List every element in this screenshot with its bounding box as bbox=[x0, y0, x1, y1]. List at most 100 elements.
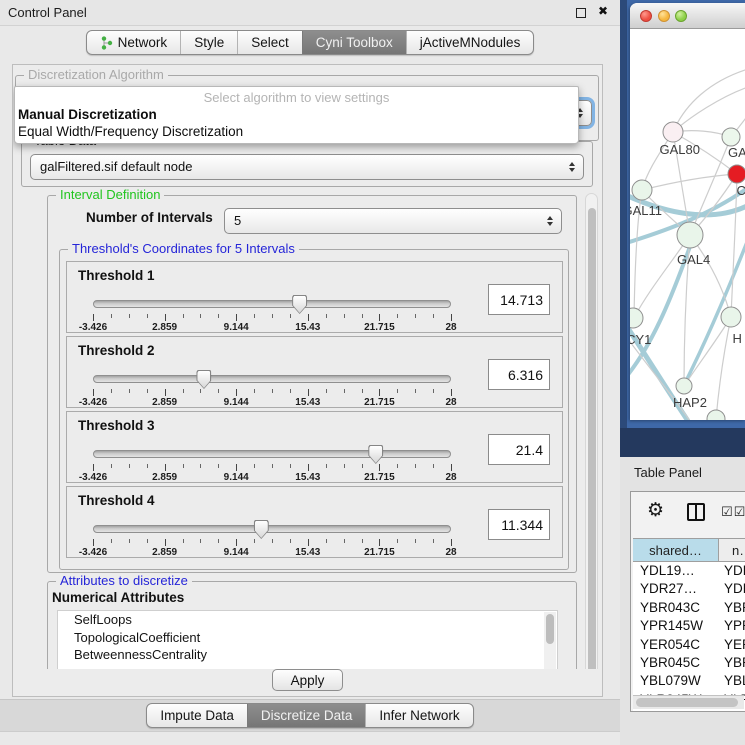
list-item-topologicalcoefficient[interactable]: TopologicalCoefficient bbox=[58, 629, 557, 647]
threshold-slider[interactable]: -3.4262.8599.14415.4321.71528 bbox=[93, 300, 451, 330]
close-traffic-light-icon[interactable] bbox=[640, 10, 652, 22]
tab-impute-data[interactable]: Impute Data bbox=[147, 704, 247, 727]
interval-definition-group: Interval Definition Number of Intervals … bbox=[47, 195, 577, 573]
tick-mark bbox=[254, 539, 255, 543]
tick-mark bbox=[183, 464, 184, 468]
table-row[interactable]: YBR043CYBR0 bbox=[633, 599, 745, 617]
table-cell: YDL19… bbox=[633, 562, 719, 580]
network-node-hap2[interactable] bbox=[676, 378, 692, 394]
threshold-slider[interactable]: -3.4262.8599.14415.4321.71528 bbox=[93, 375, 451, 405]
bottom-tab-bar: Impute Data Discretize DataInfer Network bbox=[0, 703, 620, 728]
table-cell: YBL079W bbox=[633, 672, 719, 690]
network-node[interactable] bbox=[707, 410, 725, 420]
number-of-intervals-combo[interactable]: 5 bbox=[224, 208, 562, 234]
table-row[interactable]: YBR045CYBR0 bbox=[633, 654, 745, 672]
table-row[interactable]: YIL052CYIL0 bbox=[633, 709, 745, 712]
minimize-traffic-light-icon[interactable] bbox=[658, 10, 670, 22]
network-node-gcy1[interactable] bbox=[630, 308, 643, 328]
tick-mark bbox=[272, 314, 273, 318]
table-cell: YBR043C bbox=[633, 599, 719, 617]
slider-track[interactable] bbox=[93, 375, 451, 383]
tick-mark bbox=[165, 539, 166, 546]
tab-infer-network[interactable]: Infer Network bbox=[365, 704, 472, 727]
threshold-label: Threshold 4 bbox=[78, 493, 155, 508]
tick-mark bbox=[415, 539, 416, 543]
combo-arrows-icon bbox=[547, 216, 553, 226]
scrollbar-thumb[interactable] bbox=[546, 614, 554, 644]
tab-select[interactable]: Select bbox=[237, 31, 302, 54]
tick-label: -3.426 bbox=[79, 322, 107, 333]
network-node-gal11[interactable] bbox=[632, 180, 652, 200]
tick-mark bbox=[200, 314, 201, 318]
tick-label: 28 bbox=[445, 322, 456, 333]
network-node-c[interactable] bbox=[728, 165, 745, 183]
table-hscrollbar[interactable] bbox=[633, 695, 744, 709]
tab-discretize-data[interactable]: Discretize Data bbox=[247, 704, 366, 727]
threshold-slider[interactable]: -3.4262.8599.14415.4321.71528 bbox=[93, 450, 451, 480]
network-window-titlebar[interactable] bbox=[630, 3, 745, 29]
network-node-gal4[interactable] bbox=[677, 222, 703, 248]
tick-mark bbox=[379, 389, 380, 396]
tick-label: 21.715 bbox=[364, 322, 395, 333]
number-of-intervals-label: Number of Intervals bbox=[86, 210, 213, 225]
tick-mark bbox=[379, 539, 380, 546]
tick-mark bbox=[129, 464, 130, 468]
table-data-combo[interactable]: galFiltered.sif default node bbox=[30, 154, 584, 180]
table-cell: YIL052C bbox=[633, 709, 719, 712]
tick-mark bbox=[326, 464, 327, 468]
table-row[interactable]: YDL19…YDL1 bbox=[633, 562, 745, 580]
table-header-cell[interactable]: n… bbox=[719, 539, 745, 561]
threshold-value-input[interactable] bbox=[488, 359, 550, 390]
table-row[interactable]: YER054CYER0 bbox=[633, 636, 745, 654]
group-title: Attributes to discretize bbox=[56, 573, 192, 588]
table-header-cell[interactable]: shared… bbox=[633, 539, 719, 561]
close-icon[interactable]: ✖ bbox=[598, 4, 608, 18]
slider-track[interactable] bbox=[93, 300, 451, 308]
threshold-panel: Threshold 4 -3.4262.8599.14415.4321.71528 bbox=[66, 486, 563, 558]
split-table-icon[interactable] bbox=[687, 503, 705, 521]
slider-track[interactable] bbox=[93, 525, 451, 533]
tab-style[interactable]: Style bbox=[180, 31, 237, 54]
list-item-selfloops[interactable]: SelfLoops bbox=[58, 611, 557, 629]
tick-label: 15.43 bbox=[295, 397, 320, 408]
gear-icon[interactable]: ⚙ bbox=[647, 500, 664, 522]
network-canvas[interactable]: GAL80GACGAL11GAL4GCY1HHAP2 bbox=[630, 29, 745, 420]
tab-network[interactable]: Network bbox=[87, 31, 181, 54]
apply-row: Apply bbox=[13, 669, 602, 697]
tick-mark bbox=[272, 389, 273, 393]
table-row[interactable]: YDR27…YDR2 bbox=[633, 580, 745, 598]
panel-scrollbar[interactable] bbox=[585, 193, 598, 693]
tick-label: 9.144 bbox=[224, 472, 249, 483]
scrollbar-thumb[interactable] bbox=[636, 698, 738, 707]
float-window-icon[interactable] bbox=[576, 8, 586, 18]
network-node-h[interactable] bbox=[721, 307, 741, 327]
tab-label: Impute Data bbox=[160, 708, 234, 723]
threshold-value-input[interactable] bbox=[488, 509, 550, 540]
column-select-icons[interactable]: ☑☑ bbox=[721, 504, 745, 520]
network-node-ga[interactable] bbox=[722, 128, 740, 146]
tick-mark bbox=[433, 314, 434, 318]
scrollbar-thumb[interactable] bbox=[588, 208, 596, 674]
threshold-value-input[interactable] bbox=[488, 284, 550, 315]
threshold-label: Threshold 3 bbox=[78, 418, 155, 433]
slider-track[interactable] bbox=[93, 450, 451, 458]
tab-cyni-toolbox[interactable]: Cyni Toolbox bbox=[302, 31, 406, 54]
slider-ticks: -3.4262.8599.14415.4321.71528 bbox=[93, 462, 451, 480]
algorithm-option-manual-discretization[interactable]: Manual Discretization bbox=[15, 107, 578, 124]
tick-mark bbox=[93, 314, 94, 321]
network-node-gal80[interactable] bbox=[663, 122, 683, 142]
tick-mark bbox=[451, 464, 452, 471]
threshold-value-input[interactable] bbox=[488, 434, 550, 465]
table-row[interactable]: YPR145WYPR1 bbox=[633, 617, 745, 635]
threshold-slider[interactable]: -3.4262.8599.14415.4321.71528 bbox=[93, 525, 451, 555]
tab-label: Style bbox=[194, 35, 224, 50]
tab-jactivemnodules[interactable]: jActiveMNodules bbox=[406, 31, 534, 54]
table-row[interactable]: YBL079WYBL0 bbox=[633, 672, 745, 690]
group-title: Discretization Algorithm bbox=[24, 67, 168, 82]
apply-button[interactable]: Apply bbox=[272, 669, 344, 691]
algorithm-option-equal-width-frequency-discretization[interactable]: Equal Width/Frequency Discretization bbox=[15, 124, 578, 141]
tick-mark bbox=[433, 389, 434, 393]
tick-mark bbox=[344, 314, 345, 318]
list-item-betweennesscentrality[interactable]: BetweennessCentrality bbox=[58, 646, 557, 664]
zoom-traffic-light-icon[interactable] bbox=[675, 10, 687, 22]
